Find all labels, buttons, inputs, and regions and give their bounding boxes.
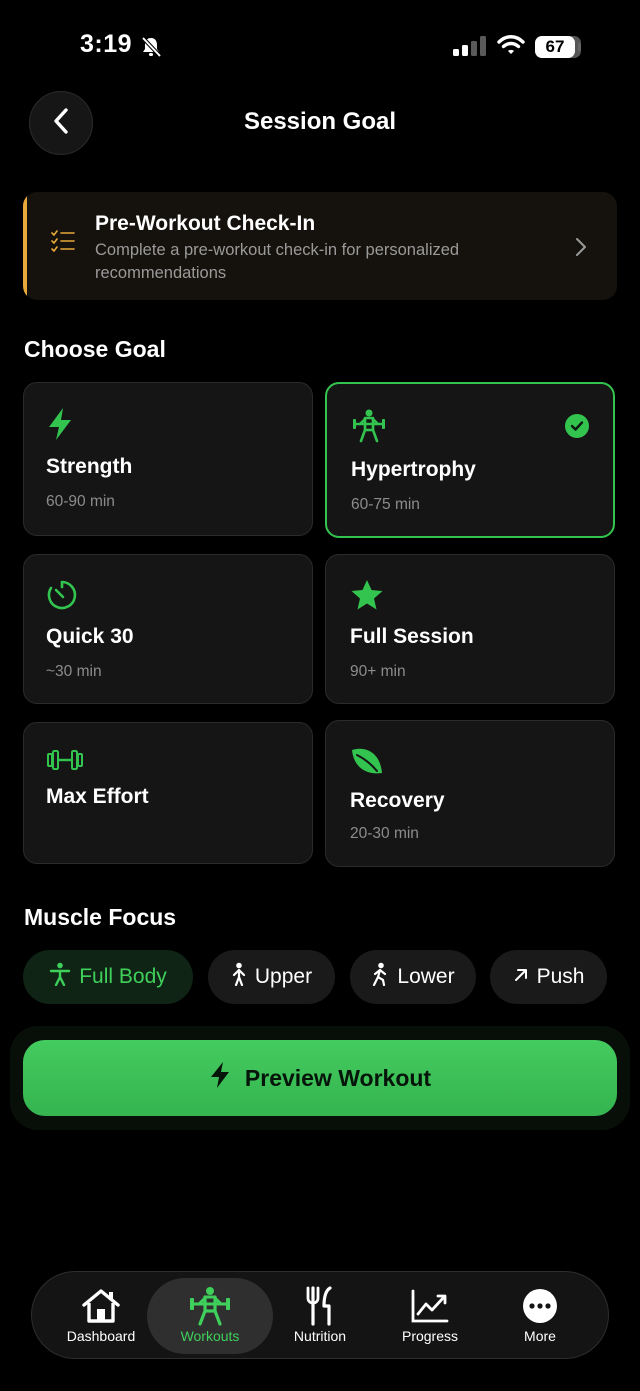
person-arms-out-icon [49, 962, 71, 992]
checkin-description: Complete a pre-workout check-in for pers… [95, 241, 460, 282]
weightlifter-icon [351, 408, 387, 449]
house-icon [81, 1286, 121, 1326]
chip-lower[interactable]: Lower [350, 950, 476, 1004]
person-walking-icon [371, 962, 389, 992]
preview-workout-button[interactable]: Preview Workout [23, 1040, 617, 1116]
tab-label: Nutrition [293, 1328, 347, 1344]
tab-workouts[interactable]: Workouts [147, 1278, 273, 1354]
timer-icon [46, 579, 78, 616]
goal-card-full-session[interactable]: Full Session 90+ min [325, 554, 615, 704]
goal-duration: 60-75 min [351, 496, 420, 513]
goal-duration: 60-90 min [46, 493, 115, 510]
ellipsis-circle-icon [521, 1286, 559, 1326]
tab-bar: Dashboard Workouts Nutrition Progress Mo… [31, 1271, 609, 1359]
cellular-signal-icon [453, 36, 487, 61]
lightning-icon [46, 407, 74, 446]
tab-progress[interactable]: Progress [367, 1278, 493, 1354]
battery-level: 67 [545, 37, 565, 56]
battery-indicator: 67 [535, 36, 581, 58]
chip-upper[interactable]: Upper [208, 950, 335, 1004]
wifi-icon [497, 34, 525, 61]
chip-label: Full Body [79, 965, 167, 988]
tab-dashboard[interactable]: Dashboard [38, 1278, 164, 1354]
goal-card-recovery[interactable]: Recovery 20-30 min [325, 720, 615, 867]
chart-line-up-icon [410, 1286, 450, 1326]
pre-workout-checkin-banner[interactable]: Pre-Workout Check-In Complete a pre-work… [23, 192, 617, 300]
status-time: 3:19 [80, 30, 133, 58]
checklist-icon [51, 230, 75, 257]
goal-name: Hypertrophy [351, 458, 476, 481]
person-standing-icon [231, 962, 247, 992]
chevron-right-icon [574, 236, 588, 263]
goal-name: Strength [46, 455, 133, 478]
dumbbell-icon [46, 749, 84, 776]
goal-name: Full Session [350, 625, 474, 648]
fork-knife-icon [305, 1286, 335, 1326]
chip-label: Push [536, 965, 585, 988]
leaf-icon [350, 747, 384, 780]
goal-name: Max Effort [46, 785, 149, 808]
tab-label: Progress [401, 1328, 459, 1344]
checkin-title: Pre-Workout Check-In [95, 212, 316, 235]
preview-workout-label: Preview Workout [244, 1064, 432, 1091]
bell-slash-icon [140, 36, 162, 63]
star-icon [350, 579, 384, 616]
chip-label: Upper [254, 965, 313, 988]
chip-label: Lower [397, 965, 455, 988]
goal-name: Recovery [350, 789, 445, 812]
chip-full-body[interactable]: Full Body [23, 950, 193, 1004]
lightning-icon [209, 1061, 231, 1095]
goal-card-max-effort[interactable]: Max Effort [23, 722, 313, 864]
goal-duration: 90+ min [350, 663, 406, 680]
tab-nutrition[interactable]: Nutrition [257, 1278, 383, 1354]
goal-duration: 20-30 min [350, 825, 419, 842]
goal-card-hypertrophy[interactable]: Hypertrophy 60-75 min [325, 382, 615, 538]
page-title: Session Goal [243, 108, 397, 135]
chip-push[interactable]: Push [490, 950, 607, 1004]
weightlifter-icon [189, 1286, 231, 1326]
goal-duration: ~30 min [46, 663, 102, 680]
tab-label: Dashboard [66, 1328, 136, 1344]
tab-label: Workouts [180, 1328, 240, 1344]
checkin-accent-bar [23, 192, 27, 300]
goal-card-quick-30[interactable]: Quick 30 ~30 min [23, 554, 313, 704]
muscle-focus-heading: Muscle Focus [24, 904, 177, 930]
choose-goal-heading: Choose Goal [24, 336, 166, 362]
goal-card-strength[interactable]: Strength 60-90 min [23, 382, 313, 536]
status-bar: 3:19 67 [0, 0, 640, 96]
arrow-up-right-icon [513, 965, 529, 989]
tab-more[interactable]: More [477, 1278, 603, 1354]
goal-name: Quick 30 [46, 625, 134, 648]
selected-check-icon [565, 414, 589, 438]
tab-label: More [524, 1328, 556, 1344]
